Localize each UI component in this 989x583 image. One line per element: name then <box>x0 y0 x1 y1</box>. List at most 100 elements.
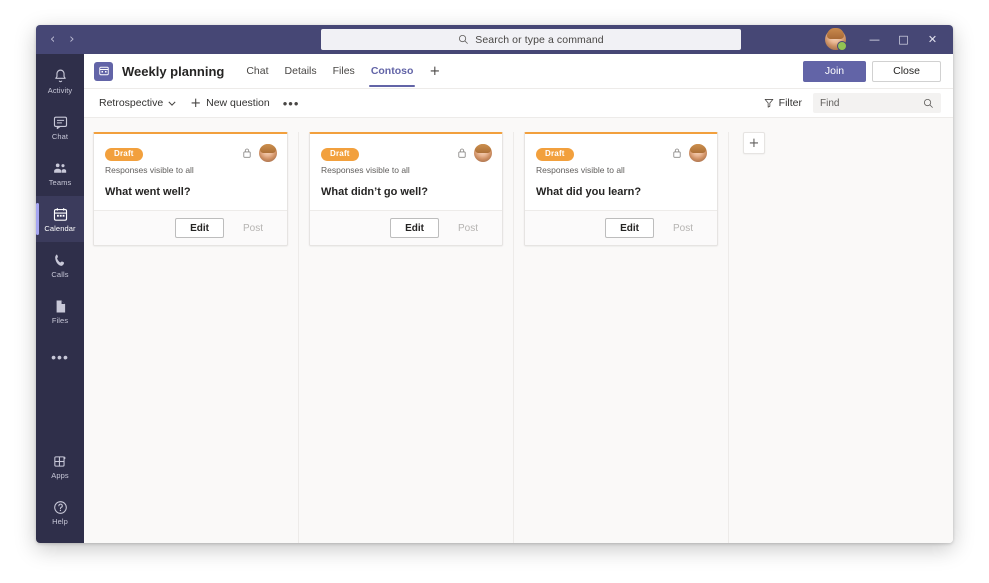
help-icon <box>53 500 67 514</box>
status-badge: Draft <box>536 148 574 161</box>
app-header: Weekly planning Chat Details Files Conto… <box>84 54 953 88</box>
sidebar-item-calls[interactable]: Calls <box>36 242 84 288</box>
maximize-button[interactable]: □ <box>889 25 918 54</box>
post-button: Post <box>444 218 492 238</box>
card-visibility: Responses visible to all <box>536 165 625 175</box>
lock-icon <box>458 148 466 158</box>
sidebar-item-activity[interactable]: Activity <box>36 58 84 104</box>
sidebar-label-files: Files <box>51 315 69 325</box>
teams-icon <box>53 163 66 173</box>
card-question: What didn’t go well? <box>321 186 428 199</box>
card-question: What went well? <box>105 186 191 199</box>
files-icon <box>56 300 65 313</box>
calendar-icon <box>53 207 67 221</box>
window-body: Activity Chat Teams Calendar Calls Files… <box>36 54 953 543</box>
sidebar-item-teams[interactable]: Teams <box>36 150 84 196</box>
tab-details[interactable]: Details <box>277 54 325 88</box>
find-placeholder: Find <box>820 97 840 109</box>
card-actions: Edit Post <box>94 210 287 246</box>
edit-button[interactable]: Edit <box>390 218 439 239</box>
tab-chat[interactable]: Chat <box>238 54 276 88</box>
board-column: Draft Responses visible to all What went… <box>84 132 299 543</box>
navigation-arrows: ‹ › <box>36 33 246 46</box>
lock-icon <box>243 148 251 158</box>
find-input[interactable]: Find <box>813 93 941 113</box>
sidebar-label-calendar: Calendar <box>44 223 76 233</box>
status-badge: Draft <box>105 148 143 161</box>
sidebar-label-chat: Chat <box>51 131 69 141</box>
forward-icon[interactable]: › <box>69 33 74 46</box>
card-meta <box>672 144 707 162</box>
card-meta <box>457 144 492 162</box>
add-card-icon[interactable]: + <box>743 132 765 154</box>
header-actions: Join Close <box>802 60 941 82</box>
sidebar-label-help: Help <box>52 516 68 526</box>
sidebar-item-chat[interactable]: Chat <box>36 104 84 150</box>
sidebar-label-activity: Activity <box>47 85 73 95</box>
teams-window: ‹ › Search or type a command — □ ✕ Activ… <box>36 25 953 543</box>
close-window-button[interactable]: ✕ <box>918 25 947 54</box>
edit-button[interactable]: Edit <box>175 218 224 239</box>
board-column: Draft Responses visible to all What didn… <box>299 132 514 543</box>
chat-icon <box>53 116 67 129</box>
window-controls-group: — □ ✕ <box>825 25 953 54</box>
more-options-icon: ••• <box>51 349 69 365</box>
filter-button[interactable]: Filter <box>757 92 809 114</box>
sidebar-label-apps: Apps <box>51 470 69 480</box>
bell-icon <box>54 69 66 82</box>
sidebar-item-apps[interactable]: Apps <box>36 443 84 489</box>
sidebar-item-calendar[interactable]: Calendar <box>36 196 84 242</box>
minimize-button[interactable]: — <box>860 25 889 54</box>
toolbar-more-icon[interactable]: ••• <box>277 97 306 110</box>
status-badge: Draft <box>321 148 359 161</box>
question-card[interactable]: Draft Responses visible to all What did … <box>524 132 718 247</box>
close-meeting-button[interactable]: Close <box>872 60 941 82</box>
tab-bar: Chat Details Files Contoso + <box>238 54 448 88</box>
tab-files[interactable]: Files <box>325 54 363 88</box>
phone-icon <box>54 254 64 266</box>
edit-button[interactable]: Edit <box>605 218 654 239</box>
view-selector-label: Retrospective <box>99 97 164 109</box>
avatar <box>259 144 277 162</box>
new-question-button[interactable]: + New question <box>183 92 277 114</box>
question-card[interactable]: Draft Responses visible to all What didn… <box>309 132 503 247</box>
join-button[interactable]: Join <box>802 60 867 82</box>
new-question-label: New question <box>206 97 270 109</box>
card-actions: Edit Post <box>310 210 502 246</box>
avatar[interactable] <box>825 28 847 51</box>
question-board: Draft Responses visible to all What went… <box>84 118 953 543</box>
filter-icon <box>764 99 773 108</box>
search-placeholder: Search or type a command <box>475 33 604 46</box>
question-card[interactable]: Draft Responses visible to all What went… <box>93 132 288 247</box>
app-grid-icon <box>94 61 113 81</box>
card-actions: Edit Post <box>525 210 717 246</box>
sidebar-item-help[interactable]: Help <box>36 489 84 535</box>
sidebar-item-more[interactable]: ••• <box>36 334 84 380</box>
post-button: Post <box>659 218 707 238</box>
search-input[interactable]: Search or type a command <box>321 29 741 50</box>
chevron-down-icon <box>168 101 176 106</box>
card-header: Draft Responses visible to all What did … <box>525 134 717 210</box>
avatar <box>689 144 707 162</box>
search-icon <box>923 98 933 108</box>
sidebar-item-files[interactable]: Files <box>36 288 84 334</box>
global-search[interactable]: Search or type a command <box>321 29 741 50</box>
back-icon[interactable]: ‹ <box>50 33 55 46</box>
card-question: What did you learn? <box>536 186 642 199</box>
content-area: Weekly planning Chat Details Files Conto… <box>84 54 953 543</box>
sidebar-label-calls: Calls <box>51 269 69 279</box>
card-visibility: Responses visible to all <box>321 165 410 175</box>
tab-contoso[interactable]: Contoso <box>363 54 422 88</box>
add-column: + <box>729 132 809 543</box>
filter-label: Filter <box>778 97 802 109</box>
title-bar: ‹ › Search or type a command — □ ✕ <box>36 25 953 54</box>
page-title: Weekly planning <box>122 63 225 79</box>
sidebar-label-teams: Teams <box>48 177 72 187</box>
view-selector[interactable]: Retrospective <box>92 92 183 114</box>
apps-icon <box>53 455 66 467</box>
rail-spacer <box>36 380 84 443</box>
plus-icon: + <box>190 95 202 111</box>
add-tab-icon[interactable]: + <box>421 64 448 79</box>
post-button: Post <box>229 218 277 238</box>
search-icon <box>459 34 469 44</box>
